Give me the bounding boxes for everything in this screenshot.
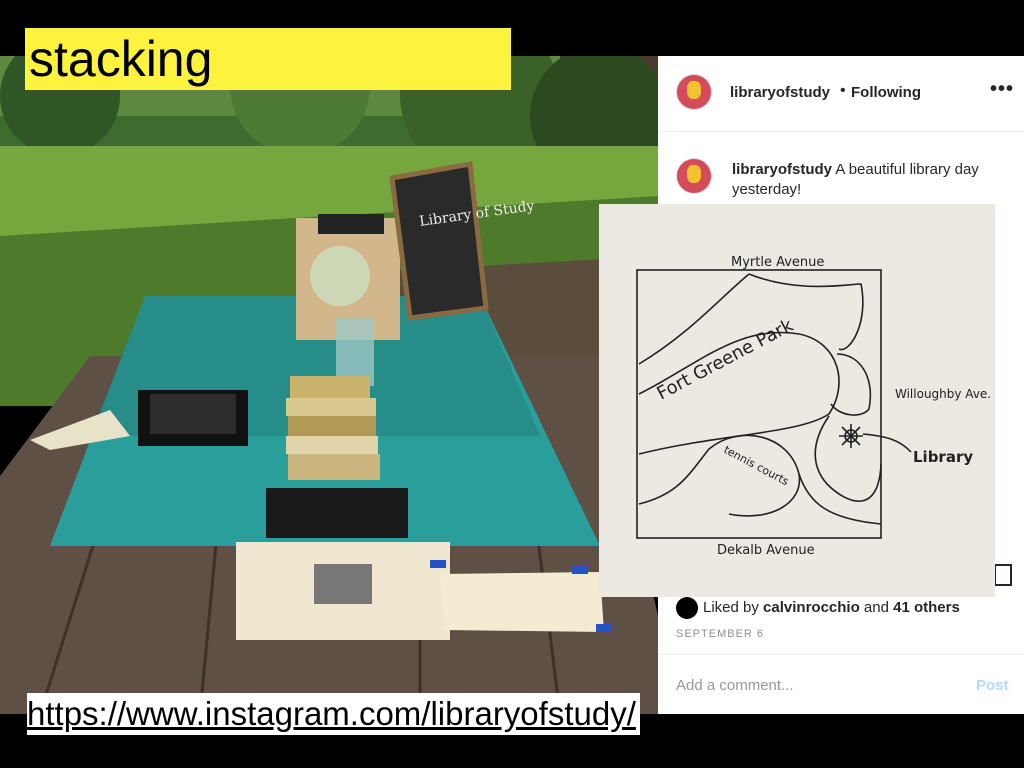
- post-caption: libraryofstudy A beautiful library day y…: [732, 160, 1012, 200]
- username-link[interactable]: libraryofstudy: [730, 84, 830, 101]
- liker-avatar[interactable]: [676, 597, 698, 619]
- post-header: libraryofstudy • Following •••: [658, 56, 1024, 132]
- slide-title-box: stacking: [25, 28, 511, 90]
- liked-prefix: Liked by: [703, 599, 759, 616]
- liked-user-link[interactable]: calvinrocchio: [763, 599, 860, 616]
- bookmark-icon[interactable]: [994, 564, 1012, 586]
- post-date: SEPTEMBER 6: [676, 628, 765, 640]
- comment-input[interactable]: Add a comment...: [676, 677, 794, 694]
- map-label-myrtle: Myrtle Avenue: [731, 255, 824, 270]
- map-label-courts: tennis courts: [722, 443, 792, 488]
- comment-bar: Add a comment... Post: [658, 654, 1024, 715]
- separator-dot: •: [840, 82, 846, 99]
- following-button[interactable]: Following: [851, 84, 921, 101]
- more-options-icon[interactable]: •••: [990, 78, 1014, 101]
- post-button[interactable]: Post: [976, 677, 1009, 694]
- source-url-link[interactable]: https://www.instagram.com/libraryofstudy…: [27, 693, 640, 735]
- map-label-library: Library: [913, 448, 973, 466]
- map-label-dekalb: Dekalb Avenue: [717, 543, 815, 558]
- liked-others-link[interactable]: 41 others: [893, 599, 960, 616]
- avatar[interactable]: [676, 74, 712, 110]
- caption-avatar[interactable]: [676, 158, 712, 194]
- library-photo: Library of Study: [0, 56, 658, 714]
- map-label-willoughby: Willoughby Ave.: [895, 387, 991, 401]
- map-label-park: Fort Greene Park: [653, 315, 797, 405]
- slide-title: stacking: [29, 31, 213, 87]
- park-map: Myrtle Avenue Dekalb Avenue Willoughby A…: [599, 204, 995, 597]
- caption-username[interactable]: libraryofstudy: [732, 161, 832, 178]
- liked-and: and: [863, 599, 889, 616]
- likes-summary: Liked by calvinrocchio and 41 others: [703, 599, 960, 616]
